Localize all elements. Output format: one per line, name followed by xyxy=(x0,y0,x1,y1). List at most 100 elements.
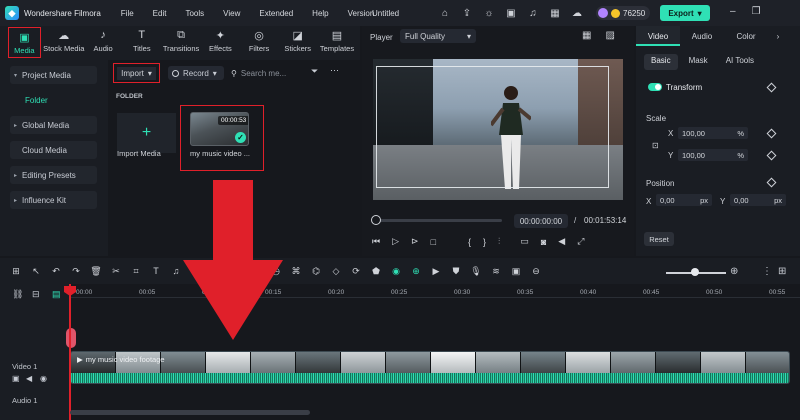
select-icon[interactable]: ↖ xyxy=(26,266,46,277)
sidebar-item-project-media[interactable]: ▾ Project Media xyxy=(10,66,97,84)
crop-icon[interactable]: ⌗ xyxy=(126,266,146,277)
tab-video[interactable]: Video xyxy=(636,26,680,46)
tool-filters[interactable]: ◎ Filters xyxy=(243,28,276,54)
speaker-icon[interactable]: ◀ xyxy=(26,374,32,383)
play-range-icon[interactable]: ▶ xyxy=(426,266,446,277)
zoom-in-icon[interactable]: ⊕ xyxy=(730,266,738,277)
clip-thumbnail[interactable]: 00:00:53 ✓ xyxy=(190,112,249,146)
add-track-icon[interactable]: ⊟ xyxy=(32,289,40,300)
fullscreen-icon[interactable]: ⤢ xyxy=(577,236,584,247)
tool-transitions[interactable]: ⧉ Transitions xyxy=(163,28,199,54)
more-vertical-icon[interactable]: ⋮ xyxy=(762,266,772,277)
menu-view[interactable]: View xyxy=(223,9,240,18)
menu-help[interactable]: Help xyxy=(312,9,328,18)
settings-icon[interactable]: ⊞ xyxy=(778,266,786,277)
eye-icon[interactable]: ◉ xyxy=(40,374,47,383)
record-button[interactable]: Record ▾ xyxy=(168,66,224,80)
grid-icon[interactable]: ▦ xyxy=(548,6,562,20)
cloud-icon[interactable]: ☁ xyxy=(570,6,584,20)
sidebar-item-folder[interactable]: Folder xyxy=(25,96,48,105)
play-loop-icon[interactable]: ⊳ xyxy=(411,236,419,247)
reset-button[interactable]: Reset xyxy=(644,232,674,246)
playhead[interactable] xyxy=(69,284,71,420)
sidebar-item-influence-kit[interactable]: ▸ Influence Kit xyxy=(10,191,97,209)
play-icon[interactable]: ▷ xyxy=(392,236,399,247)
tab-color[interactable]: Color xyxy=(724,32,768,41)
undo-icon[interactable]: ↶ xyxy=(46,266,66,277)
split-icon[interactable]: ⫶ xyxy=(498,236,500,247)
quality-select[interactable]: Full Quality ▾ xyxy=(400,29,476,43)
stop-icon[interactable]: □ xyxy=(431,237,436,247)
tool-effects[interactable]: ✦ Effects xyxy=(204,28,237,54)
credits-badge[interactable]: 76250 xyxy=(596,6,650,20)
scale-x-field[interactable]: 100,00 % xyxy=(678,127,748,139)
menu-edit[interactable]: Edit xyxy=(153,9,167,18)
cut-icon[interactable]: ✂ xyxy=(106,266,126,277)
tool-templates[interactable]: ▤ Templates xyxy=(320,28,354,54)
chevron-right-icon[interactable]: › xyxy=(768,32,788,41)
filter-icon[interactable]: ⏷ xyxy=(311,66,318,77)
sidebar-item-cloud-media[interactable]: Cloud Media xyxy=(10,141,97,159)
tool-stickers[interactable]: ◪ Stickers xyxy=(281,28,314,54)
keyframe-icon[interactable] xyxy=(766,177,777,188)
timeline-scrollbar[interactable] xyxy=(70,410,310,415)
keyframe-icon[interactable] xyxy=(766,150,777,161)
playback-knob[interactable] xyxy=(371,215,381,225)
menu-version[interactable]: Version xyxy=(348,9,375,18)
monitor-icon[interactable]: ▭ xyxy=(520,236,529,247)
stabilize-icon[interactable]: ⌘ xyxy=(286,266,306,277)
more-icon[interactable]: ⋯ xyxy=(330,65,339,76)
delete-icon[interactable]: 🗑 xyxy=(86,266,106,277)
tool-media[interactable]: ▣ Media xyxy=(8,27,41,58)
headset-icon[interactable]: ♫ xyxy=(526,6,540,20)
menu-tools[interactable]: Tools xyxy=(185,9,204,18)
maximize-icon[interactable]: ❐ xyxy=(752,6,761,17)
track-icon[interactable]: ⌬ xyxy=(306,266,326,277)
prev-frame-icon[interactable]: ⏮ xyxy=(372,236,380,247)
transform-toggle[interactable] xyxy=(648,83,662,91)
link-icon[interactable]: ⛓ xyxy=(12,289,23,300)
text-tool-icon[interactable]: T xyxy=(146,266,166,276)
mic-icon[interactable]: 🎙 xyxy=(466,266,486,277)
time-ruler[interactable]: 00:0000:0500:1000:1500:2000:2500:3000:35… xyxy=(70,284,800,298)
import-button[interactable]: Import ▾ xyxy=(113,63,160,83)
keyframe-icon[interactable] xyxy=(766,128,777,139)
snapshot-icon[interactable]: ▨ xyxy=(605,30,614,41)
lightbulb-icon[interactable]: ☼ xyxy=(482,6,496,20)
menu-extended[interactable]: Extended xyxy=(259,9,293,18)
tool-titles[interactable]: T Titles xyxy=(125,28,158,53)
camera-icon[interactable]: ◙ xyxy=(541,237,546,247)
zoom-out-icon[interactable]: ⊖ xyxy=(526,266,546,277)
marker-icon[interactable]: ⬟ xyxy=(366,266,386,277)
playback-progress[interactable] xyxy=(376,219,502,222)
playhead-handle[interactable] xyxy=(66,328,76,348)
track-layout-icon[interactable]: ▤ xyxy=(52,289,61,300)
tool-stock-media[interactable]: ☁ Stock Media xyxy=(43,28,84,54)
scale-y-field[interactable]: 100,00 % xyxy=(678,149,748,161)
keyframe-icon[interactable] xyxy=(766,82,777,93)
import-media-tile[interactable]: + xyxy=(117,113,176,153)
sidebar-item-editing-presets[interactable]: ▸ Editing Presets xyxy=(10,166,97,184)
grid-view-icon[interactable]: ▦ xyxy=(582,30,591,41)
current-time[interactable]: 00:00:00:00 xyxy=(514,214,568,228)
export-button[interactable]: Export ▾ xyxy=(660,5,710,21)
video-preview[interactable] xyxy=(373,59,623,200)
video-track-icon[interactable]: ▣ xyxy=(12,374,20,383)
pos-x-field[interactable]: 0,00 px xyxy=(656,194,712,206)
render-icon[interactable]: ⟳ xyxy=(346,266,366,277)
preview-icon[interactable]: ▣ xyxy=(506,266,526,277)
video-clip[interactable]: ▶ my music video footage xyxy=(70,351,790,384)
tool-audio[interactable]: ♪ Audio xyxy=(87,28,120,53)
gift-icon[interactable]: ⌂ xyxy=(438,6,452,20)
mark-in-icon[interactable]: { xyxy=(468,237,471,247)
subtab-basic[interactable]: Basic xyxy=(644,54,678,70)
keyframe-tool-icon[interactable]: ◇ xyxy=(326,266,346,277)
redo-icon[interactable]: ↷ xyxy=(66,266,86,277)
magnet-icon[interactable]: ⊕ xyxy=(406,266,426,277)
sidebar-item-global-media[interactable]: ▸ Global Media xyxy=(10,116,97,134)
menu-file[interactable]: File xyxy=(121,9,134,18)
layout-icon[interactable]: ⊞ xyxy=(6,266,26,277)
mark-out-icon[interactable]: } xyxy=(483,237,486,247)
pos-y-field[interactable]: 0,00 px xyxy=(730,194,786,206)
save-icon[interactable]: ▣ xyxy=(504,6,518,20)
